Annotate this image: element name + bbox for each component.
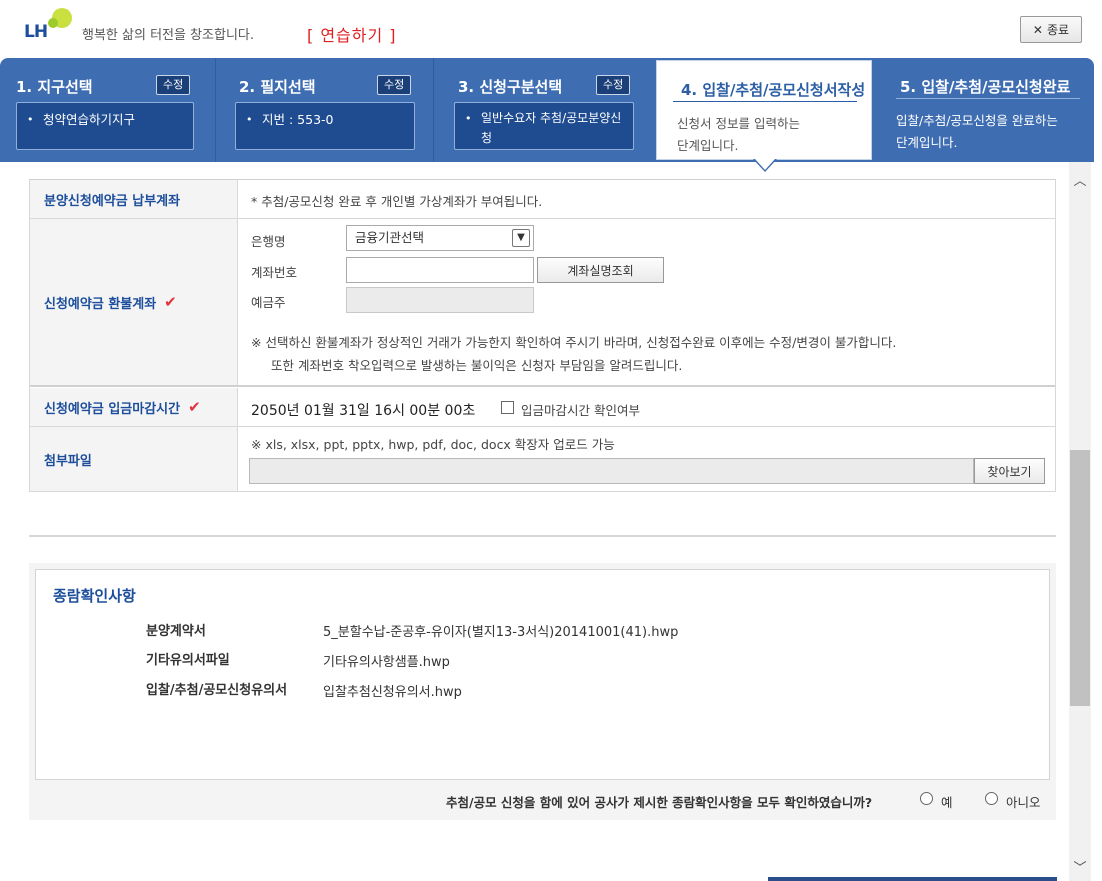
scroll-down-icon[interactable]: ﹀ (1069, 855, 1091, 877)
step-5-title: 5. 입찰/추첨/공모신청완료 (900, 78, 1071, 96)
refund-note-2: 또한 계좌번호 착오입력으로 발생하는 불이익은 신청자 부담임을 알려드립니다… (271, 358, 683, 373)
step-4-title: 4. 입찰/추첨/공모신청서작성 (681, 81, 866, 99)
contract-file-link[interactable]: 5_분할수납-준공후-유이자(별지13-3서식)20141001(41).hwp (323, 621, 678, 640)
close-icon: ✕ (1032, 22, 1043, 37)
attachment-note: ※ xls, xlsx, ppt, pptx, hwp, pdf, doc, d… (251, 437, 615, 452)
application-form-table: 분양신청예약금 납부계좌 * 추첨/공모신청 완료 후 개인별 가상계좌가 부여… (29, 179, 1056, 492)
scroll-up-icon[interactable]: ︿ (1069, 168, 1091, 190)
scrollbar-thumb[interactable] (1070, 450, 1090, 706)
step-2-value: 지번 : 553-0 (262, 112, 334, 127)
bank-select[interactable]: 금융기관선택 ▼ (346, 225, 534, 251)
step-5: 5. 입찰/추첨/공모신청완료 입찰/추첨/공모신청을 완료하는 단계입니다. (872, 58, 1094, 162)
section-divider (29, 535, 1056, 537)
application-notice-label: 입찰/추첨/공모신청유의서 (146, 683, 288, 698)
step-3-value-line1: 일반수요자 추첨/공모분양신 (481, 111, 622, 125)
other-notice-file-link[interactable]: 기타유의사항샘플.hwp (323, 651, 450, 670)
confirmation-box: 종람확인사항 분양계약서 5_분할수납-준공후-유이자(별지13-3서식)201… (35, 569, 1050, 780)
deposit-account-note: * 추첨/공모신청 완료 후 개인별 가상계좌가 부여됩니다. (251, 194, 543, 209)
step-1-value-box: • 청약연습하기지구 (16, 102, 194, 150)
confirmation-question: 추첨/공모 신청을 함에 있어 공사가 제시한 종람확인사항을 모두 확인하였습… (446, 795, 873, 810)
bullet-icon: • (465, 112, 472, 125)
logo-circle-small (48, 18, 58, 28)
account-holder-label: 예금주 (251, 295, 286, 310)
confirmation-heading: 종람확인사항 (53, 587, 136, 605)
refund-note-1: ※ 선택하신 환불계좌가 정상적인 거래가 가능한지 확인하여 주시기 바라며,… (251, 335, 897, 350)
step-2: 2. 필지선택 수정 • 지번 : 553-0 (216, 58, 434, 162)
step-4-current: 4. 입찰/추첨/공모신청서작성 신청서 정보를 입력하는 단계입니다. (656, 60, 872, 160)
contract-label: 분양계약서 (146, 624, 206, 639)
current-step-pointer (755, 159, 775, 170)
step-4-description: 신청서 정보를 입력하는 단계입니다. (677, 116, 800, 153)
step-2-edit-button[interactable]: 수정 (377, 75, 412, 95)
deadline-confirm-checkbox[interactable] (501, 401, 514, 414)
account-holder-input (346, 287, 534, 313)
attachment-label: 첨부파일 (30, 427, 238, 491)
chevron-down-icon: ▼ (512, 229, 530, 247)
account-number-label: 계좌번호 (251, 265, 298, 280)
application-notice-file-link[interactable]: 입찰추첨신청유의서.hwp (323, 681, 462, 700)
attachment-file-input[interactable] (249, 458, 974, 484)
confirm-yes-label: 예 (941, 795, 953, 810)
step-3-value-box: • 일반수요자 추첨/공모분양신 청 (454, 102, 634, 150)
step-3-value-line2: 청 (481, 131, 493, 145)
step-3: 3. 신청구분선택 수정 • 일반수요자 추첨/공모분양신 청 (434, 58, 656, 162)
close-button[interactable]: ✕ 종료 (1020, 16, 1082, 43)
step-3-title: 3. 신청구분선택 (458, 78, 563, 96)
logo-text: LH (24, 22, 48, 42)
vertical-scrollbar[interactable]: ︿ ﹀ (1069, 162, 1091, 881)
bank-name-label: 은행명 (251, 234, 286, 249)
practice-mode-label: [ 연습하기 ] (307, 26, 397, 45)
deposit-account-label: 분양신청예약금 납부계좌 (30, 180, 238, 218)
verify-account-button[interactable]: 계좌실명조회 (537, 257, 664, 283)
confirm-no-radio[interactable] (985, 792, 998, 805)
slogan: 행복한 삶의 터전을 창조합니다. (82, 28, 255, 43)
confirm-yes-radio[interactable] (920, 792, 933, 805)
top-header: LH 행복한 삶의 터전을 창조합니다. [ 연습하기 ] ✕ 종료 (0, 0, 1102, 58)
row-deposit-deadline: 신청예약금 입금마감시간 ✔ 2050년 01월 31일 16시 00분 00초… (30, 388, 1055, 427)
step-1-title: 1. 지구선택 (16, 78, 93, 96)
step-1: 1. 지구선택 수정 • 청약연습하기지구 (0, 58, 216, 162)
browse-button[interactable]: 찾아보기 (974, 458, 1045, 484)
confirm-no-label: 아니오 (1006, 795, 1041, 810)
step-1-value: 청약연습하기지구 (43, 112, 136, 127)
step-2-value-box: • 지번 : 553-0 (235, 102, 415, 150)
row-deposit-account: 분양신청예약금 납부계좌 * 추첨/공모신청 완료 후 개인별 가상계좌가 부여… (30, 180, 1055, 219)
lh-logo: LH (24, 6, 76, 46)
deposit-deadline-label: 신청예약금 입금마감시간 ✔ (30, 388, 238, 426)
row-refund-account: 신청예약금 환불계좌 ✔ 은행명 계좌번호 예금주 ※ 선택하신 환불계좌가 정… (30, 219, 1055, 387)
step-3-edit-button[interactable]: 수정 (596, 75, 631, 95)
required-check-icon: ✔ (188, 398, 201, 416)
step-5-description: 입찰/추첨/공모신청을 완료하는 단계입니다. (896, 113, 1058, 150)
refund-account-label: 신청예약금 환불계좌 ✔ (30, 219, 238, 385)
account-number-input[interactable] (346, 257, 534, 283)
deadline-confirm-label: 입금마감시간 확인여부 (521, 403, 640, 418)
close-button-label: 종료 (1046, 23, 1070, 37)
step-2-title: 2. 필지선택 (239, 78, 316, 96)
step-1-edit-button[interactable]: 수정 (156, 75, 191, 95)
other-notice-label: 기타유의서파일 (146, 653, 230, 668)
bullet-icon: • (246, 113, 253, 126)
bottom-action-bar[interactable] (768, 877, 1057, 881)
bullet-icon: • (27, 113, 34, 126)
step-bar: 1. 지구선택 수정 • 청약연습하기지구 2. 필지선택 수정 • 지번 : … (0, 58, 1094, 162)
deposit-deadline-value: 2050년 01월 31일 16시 00분 00초 (251, 403, 476, 419)
required-check-icon: ✔ (164, 293, 177, 311)
